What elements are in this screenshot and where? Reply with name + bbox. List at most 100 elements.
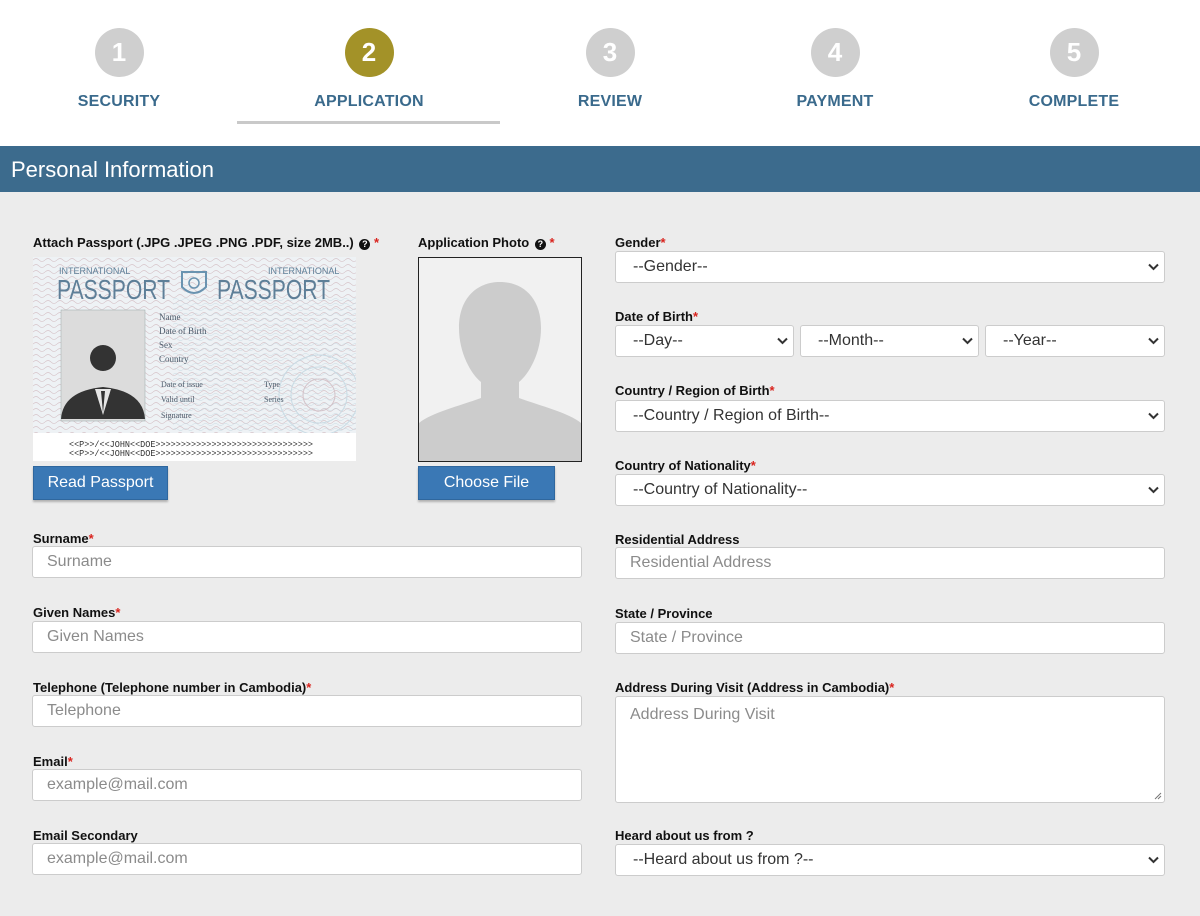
nationality-label-text: Country of Nationality xyxy=(615,458,751,473)
dob-month-value: --Month-- xyxy=(818,332,884,349)
choose-file-button[interactable]: Choose File xyxy=(418,466,555,500)
country-birth-label-text: Country / Region of Birth xyxy=(615,383,770,398)
state-field[interactable] xyxy=(615,622,1165,654)
chevron-down-icon xyxy=(1142,326,1164,356)
gender-label: Gender* xyxy=(615,235,666,250)
step-label: PAYMENT xyxy=(796,93,874,110)
given-names-label-text: Given Names xyxy=(33,605,116,620)
residential-field[interactable] xyxy=(615,547,1165,579)
passport-label: Attach Passport (.JPG .JPEG .PNG .PDF, s… xyxy=(33,235,354,250)
resize-grip-icon[interactable] xyxy=(1153,791,1162,800)
passport-field: Country xyxy=(159,354,189,364)
dob-day-select[interactable]: --Day-- xyxy=(615,325,794,357)
step-review[interactable]: 3 REVIEW xyxy=(490,28,730,111)
country-birth-select[interactable]: --Country / Region of Birth-- xyxy=(615,400,1165,432)
active-step-underline xyxy=(237,121,500,124)
photo-label-row: Application Photo ? * xyxy=(418,235,555,250)
country-birth-label: Country / Region of Birth* xyxy=(615,383,775,398)
step-number-circle: 5 xyxy=(1049,28,1099,77)
dob-year-value: --Year-- xyxy=(1003,332,1057,349)
question-circle-icon[interactable]: ? xyxy=(534,239,546,250)
section-header: Personal Information xyxy=(0,146,1200,192)
step-payment[interactable]: 4 PAYMENT xyxy=(715,28,955,111)
heard-select[interactable]: --Heard about us from ?-- xyxy=(615,844,1165,876)
telephone-label-text: Telephone (Telephone number in Cambodia) xyxy=(33,680,307,695)
telephone-field[interactable] xyxy=(32,695,582,727)
step-number-circle: 1 xyxy=(94,28,144,77)
visit-address-field[interactable] xyxy=(615,696,1165,803)
read-passport-button[interactable]: Read Passport xyxy=(33,466,168,500)
country-birth-value: --Country / Region of Birth-- xyxy=(633,407,830,424)
state-input[interactable] xyxy=(616,623,1164,653)
chevron-down-icon xyxy=(771,326,793,356)
step-label: REVIEW xyxy=(577,93,643,110)
passport-field: Valid until xyxy=(161,395,195,404)
passport-field: Type xyxy=(264,380,280,389)
required-mark: * xyxy=(306,680,312,695)
email-secondary-input[interactable] xyxy=(33,844,581,874)
step-number-circle: 4 xyxy=(810,28,860,77)
step-application[interactable]: 2 APPLICATION xyxy=(249,28,489,111)
chevron-down-icon xyxy=(1142,252,1164,282)
visit-address-label: Address During Visit (Address in Cambodi… xyxy=(615,680,894,695)
nationality-value: --Country of Nationality-- xyxy=(633,481,808,498)
passport-field: Sex xyxy=(159,340,173,350)
telephone-input[interactable] xyxy=(33,696,581,726)
telephone-label: Telephone (Telephone number in Cambodia)… xyxy=(33,680,311,695)
passport-sample-image: INTERNATIONAL INTERNATIONAL PASSPORT PAS… xyxy=(33,257,360,461)
email-field[interactable] xyxy=(32,769,582,801)
visit-address-textarea[interactable] xyxy=(616,697,1164,802)
step-label: APPLICATION xyxy=(314,93,424,110)
passport-title-right: PASSPORT xyxy=(217,274,330,305)
passport-mrz-line: <<P>>/<<JOHN<<DOE>>>>>>>>>>>>>>>>>>>>>>>… xyxy=(69,449,313,459)
step-complete[interactable]: 5 COMPLETE xyxy=(954,28,1194,111)
required-mark: * xyxy=(549,235,555,250)
person-placeholder-icon xyxy=(419,282,581,461)
nationality-select[interactable]: --Country of Nationality-- xyxy=(615,474,1165,506)
given-names-field[interactable] xyxy=(32,621,582,653)
surname-input[interactable] xyxy=(33,547,581,577)
required-mark: * xyxy=(374,235,380,250)
dob-month-select[interactable]: --Month-- xyxy=(800,325,979,357)
heard-select-value: --Heard about us from ?-- xyxy=(633,851,814,868)
given-names-label: Given Names* xyxy=(33,605,120,620)
residential-input[interactable] xyxy=(616,548,1164,578)
email-secondary-label-text: Email Secondary xyxy=(33,828,138,843)
step-label: COMPLETE xyxy=(1028,93,1120,110)
nationality-label: Country of Nationality* xyxy=(615,458,756,473)
state-label-text: State / Province xyxy=(615,606,713,621)
passport-field: Date of Birth xyxy=(159,326,207,336)
dob-label: Date of Birth* xyxy=(615,309,698,324)
passport-illustration: INTERNATIONAL INTERNATIONAL PASSPORT PAS… xyxy=(33,257,360,461)
progress-stepper: 1 SECURITY 2 APPLICATION 3 REVIEW 4 PAYM… xyxy=(0,0,1200,146)
photo-preview xyxy=(418,257,582,462)
dob-year-select[interactable]: --Year-- xyxy=(985,325,1165,357)
heard-label-text: Heard about us from ? xyxy=(615,828,754,843)
required-mark: * xyxy=(889,680,895,695)
required-mark: * xyxy=(693,309,699,324)
photo-label: Application Photo xyxy=(418,235,530,250)
passport-title-left: PASSPORT xyxy=(57,274,170,305)
gender-select[interactable]: --Gender-- xyxy=(615,251,1165,283)
chevron-down-icon xyxy=(1142,475,1164,505)
question-circle-icon[interactable]: ? xyxy=(359,239,371,250)
dob-day-value: --Day-- xyxy=(633,332,683,349)
step-security[interactable]: 1 SECURITY xyxy=(0,28,239,111)
section-title: Personal Information xyxy=(11,157,214,182)
given-names-input[interactable] xyxy=(33,622,581,652)
required-mark: * xyxy=(750,458,756,473)
surname-field[interactable] xyxy=(32,546,582,578)
required-mark: * xyxy=(67,754,73,769)
chevron-down-icon xyxy=(1142,401,1164,431)
residential-label-text: Residential Address xyxy=(615,532,740,547)
surname-label: Surname* xyxy=(33,531,94,546)
step-number-circle: 2 xyxy=(344,28,394,77)
required-mark: * xyxy=(88,531,94,546)
passport-field: Name xyxy=(159,312,181,322)
required-mark: * xyxy=(660,235,666,250)
email-input[interactable] xyxy=(33,770,581,800)
email-label-text: Email xyxy=(33,754,68,769)
email-secondary-field[interactable] xyxy=(32,843,582,875)
gender-label-text: Gender xyxy=(615,235,661,250)
passport-field: Signature xyxy=(161,411,192,420)
